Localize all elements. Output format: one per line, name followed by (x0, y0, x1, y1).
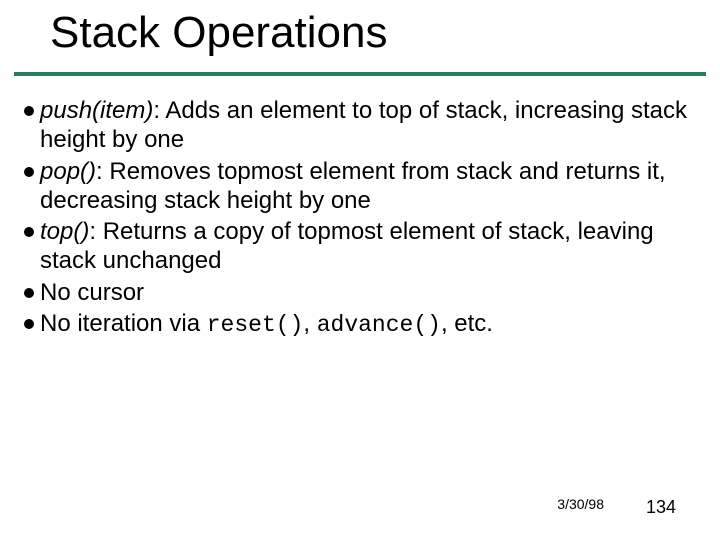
bullet-rest: : Returns a copy of topmost element of s… (40, 218, 654, 274)
code-advance: advance() (317, 312, 441, 338)
footer-page-number: 134 (646, 497, 676, 518)
bullet-term: pop() (40, 158, 96, 185)
bullet-rest: : Removes topmost element from stack and… (40, 158, 666, 214)
bullet-term: top() (40, 218, 89, 245)
bullet-dot-icon (24, 319, 34, 329)
bullet-mid: , (303, 310, 316, 337)
slide-body: push(item): Adds an element to top of st… (24, 96, 696, 341)
bullet-text: No iteration via reset(), advance(), etc… (40, 309, 696, 339)
bullet-push: push(item): Adds an element to top of st… (24, 96, 696, 155)
bullet-pop: pop(): Removes topmost element from stac… (24, 157, 696, 216)
bullet-post: , etc. (441, 310, 493, 337)
bullet-no-iteration: No iteration via reset(), advance(), etc… (24, 309, 696, 339)
code-reset: reset() (207, 312, 304, 338)
bullet-text: pop(): Removes topmost element from stac… (40, 157, 696, 216)
bullet-no-cursor: No cursor (24, 278, 696, 307)
bullet-top: top(): Returns a copy of topmost element… (24, 217, 696, 276)
footer-date: 3/30/98 (557, 496, 604, 512)
bullet-text: push(item): Adds an element to top of st… (40, 96, 696, 155)
title-underline (14, 72, 706, 76)
bullet-dot-icon (24, 288, 34, 298)
bullet-term: push(item) (40, 97, 153, 124)
bullet-dot-icon (24, 167, 34, 177)
bullet-dot-icon (24, 227, 34, 237)
bullet-text: top(): Returns a copy of topmost element… (40, 217, 696, 276)
slide: Stack Operations push(item): Adds an ele… (0, 0, 720, 540)
slide-title: Stack Operations (50, 8, 388, 58)
bullet-dot-icon (24, 106, 34, 116)
bullet-text: No cursor (40, 278, 696, 307)
bullet-pre: No iteration via (40, 310, 207, 337)
